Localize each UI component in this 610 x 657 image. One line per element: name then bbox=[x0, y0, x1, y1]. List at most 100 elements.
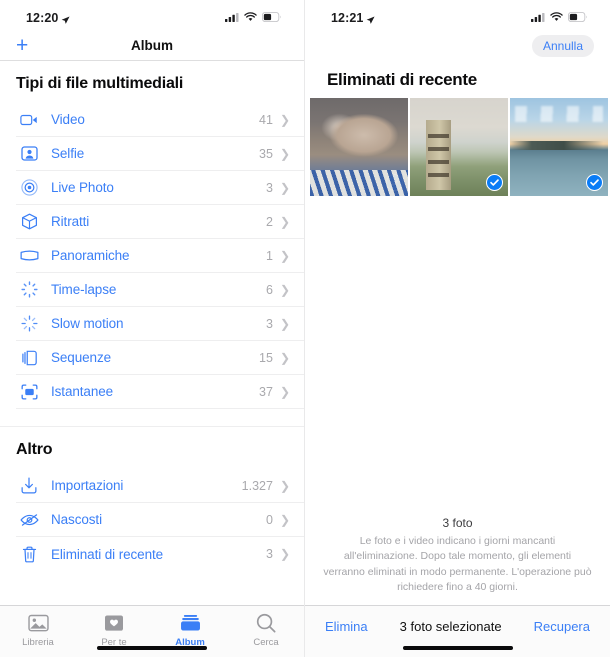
list-item-label: Ritratti bbox=[51, 214, 90, 229]
location-arrow-icon bbox=[366, 14, 376, 24]
cellular-bars-icon bbox=[531, 11, 545, 25]
tab-albums[interactable]: Album bbox=[158, 612, 222, 648]
list-item-panoramas[interactable]: Panoramiche 1 ❯ bbox=[16, 239, 304, 273]
status-right-group bbox=[531, 11, 588, 25]
photo-thumbnail-cat[interactable] bbox=[310, 98, 408, 196]
chevron-right-icon: ❯ bbox=[279, 248, 290, 263]
list-item-count: 1.327 bbox=[241, 478, 273, 493]
portrait-cube-icon bbox=[16, 213, 42, 230]
list-item-label: Video bbox=[51, 112, 85, 127]
timelapse-icon bbox=[16, 281, 42, 298]
status-left-group: 12:21 bbox=[331, 11, 376, 25]
list-item-selfie[interactable]: Selfie 35 ❯ bbox=[16, 137, 304, 171]
list-item-count: 2 bbox=[265, 214, 273, 229]
navigation-bar: + Album bbox=[0, 30, 304, 61]
search-icon bbox=[256, 612, 276, 634]
checkmark-icon bbox=[386, 174, 403, 191]
section-divider bbox=[0, 409, 304, 427]
status-time: 12:20 bbox=[26, 11, 59, 25]
tab-for-you[interactable]: Per te bbox=[82, 612, 146, 648]
list-item-label: Slow motion bbox=[51, 316, 124, 331]
list-item-count: 3 bbox=[265, 180, 273, 195]
photo-thumbnail-town[interactable] bbox=[410, 98, 508, 196]
list-item-timelapse[interactable]: Time-lapse 6 ❯ bbox=[16, 273, 304, 307]
screenshot-icon bbox=[16, 383, 42, 400]
page-title-recently-deleted: Eliminati di recente bbox=[327, 70, 477, 89]
album-list: Tipi di file multimediali Video 41 ❯ Sel… bbox=[0, 61, 304, 605]
list-item-label: Live Photo bbox=[51, 180, 114, 195]
delete-button[interactable]: Elimina bbox=[325, 619, 368, 634]
cellular-bars-icon bbox=[225, 11, 239, 25]
photo-count-label: 3 foto bbox=[442, 516, 473, 531]
list-item-count: 0 bbox=[265, 512, 273, 527]
panorama-icon bbox=[16, 249, 42, 262]
battery-icon bbox=[568, 11, 588, 25]
list-item-recently-deleted[interactable]: Eliminati di recente 3 ❯ bbox=[16, 537, 304, 571]
status-bar-right: 12:21 bbox=[305, 0, 610, 30]
chevron-right-icon: ❯ bbox=[279, 384, 290, 399]
wifi-icon bbox=[244, 11, 257, 25]
list-item-slow-motion[interactable]: Slow motion 3 ❯ bbox=[16, 307, 304, 341]
home-indicator bbox=[402, 646, 513, 650]
selection-status-label: 3 foto selezionate bbox=[399, 619, 502, 634]
section-header-media-types: Tipi di file multimediali bbox=[16, 75, 184, 92]
home-indicator bbox=[97, 646, 207, 650]
list-item-label: Panoramiche bbox=[51, 248, 130, 263]
footnote-description: Le foto e i video indicano i giorni manc… bbox=[323, 535, 592, 593]
list-item-portraits[interactable]: Ritratti 2 ❯ bbox=[16, 205, 304, 239]
dual-screenshot-container: 12:20 + Album Tipi di file multimediali … bbox=[0, 0, 610, 657]
for-you-icon bbox=[104, 612, 124, 634]
tab-label: Cerca bbox=[253, 637, 279, 648]
selection-toolbar: Annulla bbox=[305, 30, 610, 62]
slow-motion-icon bbox=[16, 315, 42, 332]
status-right-group bbox=[225, 11, 282, 25]
checkmark-icon bbox=[486, 174, 503, 191]
status-bar-left: 12:20 bbox=[0, 0, 304, 30]
photo-thumbnail-sea[interactable] bbox=[510, 98, 608, 196]
list-item-count: 37 bbox=[259, 384, 273, 399]
chevron-right-icon: ❯ bbox=[279, 112, 290, 127]
hidden-eye-icon bbox=[16, 513, 42, 527]
chevron-right-icon: ❯ bbox=[279, 478, 290, 493]
list-item-imports[interactable]: Importazioni 1.327 ❯ bbox=[16, 469, 304, 503]
list-item-hidden[interactable]: Nascosti 0 ❯ bbox=[16, 503, 304, 537]
list-item-count: 1 bbox=[265, 248, 273, 263]
wifi-icon bbox=[550, 11, 563, 25]
checkmark-icon bbox=[586, 174, 603, 191]
selfie-person-icon bbox=[16, 146, 42, 161]
chevron-right-icon: ❯ bbox=[279, 214, 290, 229]
chevron-right-icon: ❯ bbox=[279, 180, 290, 195]
list-item-label: Sequenze bbox=[51, 350, 112, 365]
list-item-label: Time-lapse bbox=[51, 282, 117, 297]
battery-icon bbox=[262, 11, 282, 25]
list-item-live-photo[interactable]: Live Photo 3 ❯ bbox=[16, 171, 304, 205]
chevron-right-icon: ❯ bbox=[279, 512, 290, 527]
list-item-bursts[interactable]: Sequenze 15 ❯ bbox=[16, 341, 304, 375]
cancel-button[interactable]: Annulla bbox=[531, 35, 594, 57]
chevron-right-icon: ❯ bbox=[279, 146, 290, 161]
status-time: 12:21 bbox=[331, 11, 364, 25]
list-item-label: Nascosti bbox=[51, 512, 102, 527]
list-item-count: 35 bbox=[259, 146, 273, 161]
chevron-right-icon: ❯ bbox=[279, 547, 290, 561]
chevron-right-icon: ❯ bbox=[279, 350, 290, 365]
list-item-label: Eliminati di recente bbox=[51, 546, 164, 562]
list-item-screenshots[interactable]: Istantanee 37 ❯ bbox=[16, 375, 304, 409]
chevron-right-icon: ❯ bbox=[279, 316, 290, 331]
list-item-count: 6 bbox=[265, 282, 273, 297]
footnote-block: 3 foto Le foto e i video indicano i gior… bbox=[305, 516, 610, 605]
list-item-count: 41 bbox=[259, 112, 273, 127]
list-item-label: Selfie bbox=[51, 146, 85, 161]
tab-search[interactable]: Cerca bbox=[234, 612, 298, 648]
burst-stack-icon bbox=[16, 350, 42, 366]
tab-library[interactable]: Libreria bbox=[6, 612, 70, 648]
list-item-label: Importazioni bbox=[51, 478, 124, 493]
list-item-count: 3 bbox=[265, 316, 273, 331]
list-item-video[interactable]: Video 41 ❯ bbox=[16, 103, 304, 137]
photo-grid bbox=[305, 98, 610, 196]
recover-button[interactable]: Recupera bbox=[534, 619, 590, 634]
import-icon bbox=[16, 477, 42, 494]
right-phone-screen: 12:21 Annulla Eliminati di recente 3 fot… bbox=[305, 0, 610, 657]
photo-library-icon bbox=[27, 612, 49, 634]
